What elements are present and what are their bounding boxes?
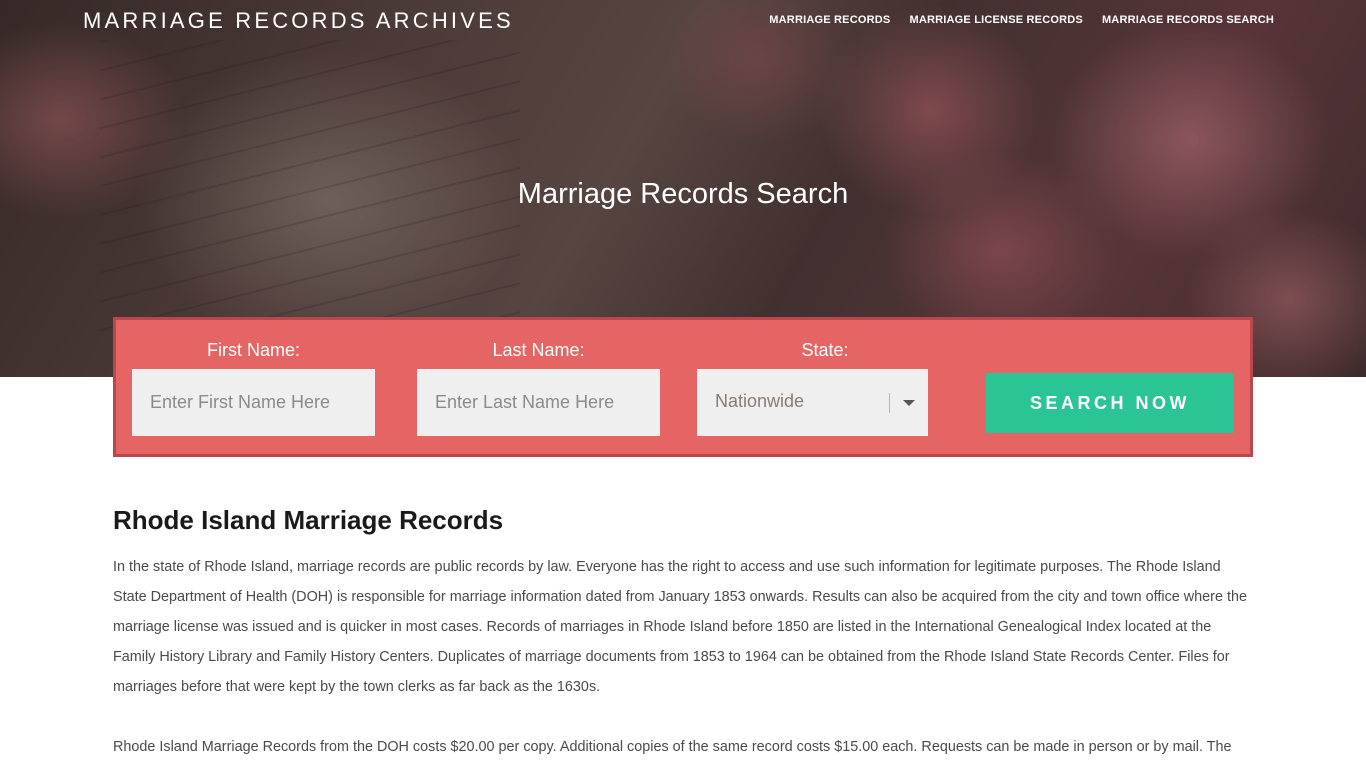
search-now-button[interactable]: SEARCH NOW	[986, 373, 1234, 433]
state-label: State:	[801, 340, 849, 360]
state-select-value: Nationwide	[715, 391, 805, 411]
search-form: First Name: Last Name: State: Nationwide…	[113, 317, 1253, 457]
state-select[interactable]: Nationwide	[697, 369, 928, 436]
state-select-divider	[889, 393, 890, 413]
last-name-label: Last Name:	[492, 340, 585, 360]
first-name-input[interactable]	[132, 369, 375, 436]
nav-marriage-license-records[interactable]: MARRIAGE LICENSE RECORDS	[909, 14, 1082, 26]
nav-marriage-records[interactable]: MARRIAGE RECORDS	[769, 14, 890, 26]
main-nav: MARRIAGE RECORDS MARRIAGE LICENSE RECORD…	[769, 14, 1274, 26]
nav-marriage-records-search[interactable]: MARRIAGE RECORDS SEARCH	[1102, 14, 1274, 26]
site-logo[interactable]: MARRIAGE RECORDS ARCHIVES	[83, 8, 514, 34]
chevron-down-icon[interactable]	[903, 400, 915, 406]
last-name-input[interactable]	[417, 369, 660, 436]
first-name-label: First Name:	[206, 340, 300, 360]
article-content: Rhode Island Marriage Records In the sta…	[113, 505, 1253, 755]
article-paragraph-2: Rhode Island Marriage Records from the D…	[113, 739, 1232, 755]
page-title: Marriage Records Search	[517, 178, 849, 210]
article-heading: Rhode Island Marriage Records	[113, 505, 504, 535]
article-paragraph-1: In the state of Rhode Island, marriage r…	[113, 559, 1247, 695]
